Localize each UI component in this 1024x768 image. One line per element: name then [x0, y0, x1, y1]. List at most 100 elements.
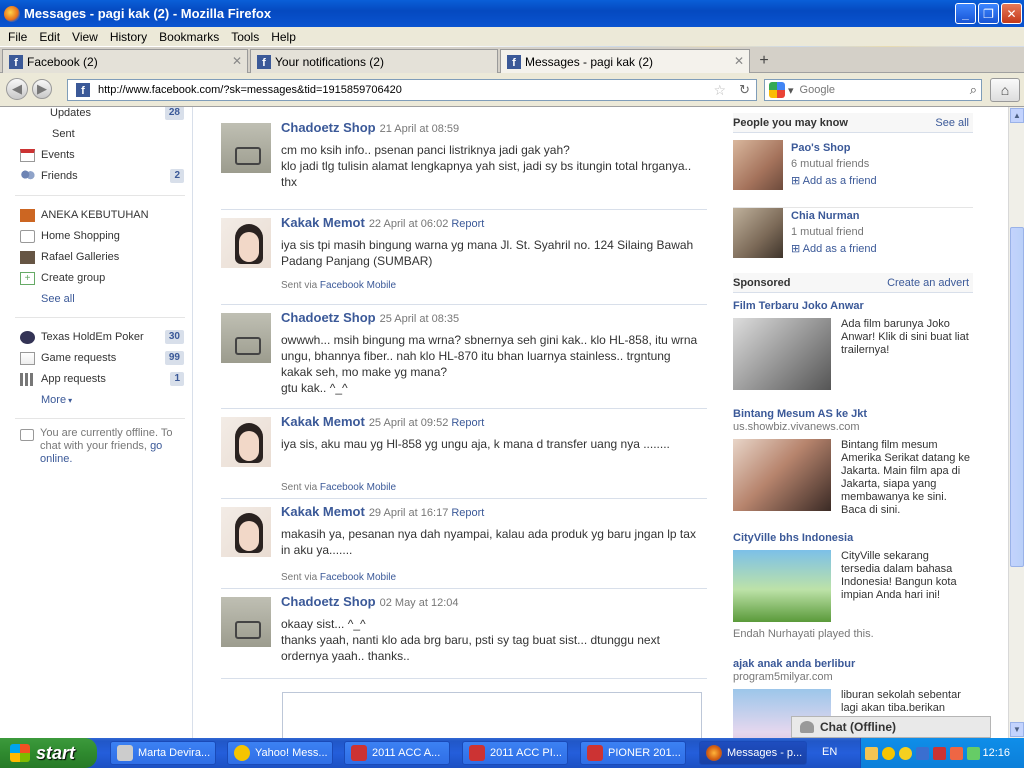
sender-name[interactable]: Chadoetz Shop [281, 594, 376, 609]
page-scrollbar[interactable]: ▲ ▼ [1008, 107, 1024, 738]
via-link[interactable]: Facebook Mobile [320, 482, 396, 493]
person-name[interactable]: Chia Nurman [791, 210, 859, 222]
link-text[interactable]: More [41, 394, 66, 406]
sidebar-item-updates[interactable]: Updates 28 [50, 107, 184, 122]
engine-dropdown-icon[interactable]: ▾ [788, 84, 794, 97]
search-box[interactable]: ▾ Google ⌕ [764, 79, 982, 101]
yahoo-icon[interactable] [882, 746, 895, 760]
menu-tools[interactable]: Tools [225, 30, 265, 44]
clock[interactable]: 12:16 [982, 747, 1010, 759]
ad-image[interactable] [733, 439, 831, 511]
tab-label: Your notifications (2) [275, 54, 384, 69]
ad-text: Ada film barunya Joko Anwar! Klik di sin… [841, 318, 969, 356]
ad-title[interactable]: ajak anak anda berlibur [733, 658, 855, 670]
search-icon[interactable]: ⌕ [970, 82, 977, 98]
report-link[interactable]: Report [451, 507, 484, 519]
scrollbar-thumb[interactable] [1010, 227, 1024, 567]
mutual-friends[interactable]: 6 mutual friends [791, 158, 869, 170]
sidebar-item-game-requests[interactable]: Game requests 99 [20, 349, 184, 367]
sidebar-item-group-home-shopping[interactable]: Home Shopping [20, 227, 184, 245]
smiley-icon[interactable] [899, 746, 912, 760]
sidebar-item-texas-poker[interactable]: Texas HoldEm Poker 30 [20, 328, 184, 346]
sender-name[interactable]: Kakak Memot [281, 414, 365, 429]
sidebar-item-events[interactable]: Events [20, 146, 184, 164]
home-button[interactable]: ⌂ [990, 78, 1020, 102]
link-text[interactable]: See all [41, 293, 75, 305]
sender-name[interactable]: Chadoetz Shop [281, 310, 376, 325]
new-tab-button[interactable]: + [754, 51, 774, 71]
scroll-up-icon[interactable]: ▲ [1010, 108, 1024, 123]
sender-name[interactable]: Chadoetz Shop [281, 120, 376, 135]
tab-messages[interactable]: f Messages - pagi kak (2) ✕ [500, 49, 750, 73]
ad-image[interactable] [733, 550, 831, 622]
chat-bar[interactable]: Chat (Offline) [791, 716, 991, 738]
language-indicator[interactable]: EN [822, 746, 837, 758]
menu-help[interactable]: Help [265, 30, 302, 44]
folder-icon[interactable] [865, 746, 878, 760]
sidebar-item-friends[interactable]: Friends 2 [20, 167, 184, 185]
mutual-friends[interactable]: 1 mutual friend [791, 226, 864, 238]
create-advert-link[interactable]: Create an advert [887, 277, 969, 289]
tab-facebook[interactable]: f Facebook (2) ✕ [2, 49, 248, 73]
see-all-link[interactable]: See all [935, 117, 969, 129]
reload-icon[interactable]: ↻ [739, 82, 750, 98]
via-link[interactable]: Facebook Mobile [320, 572, 396, 583]
back-button[interactable]: ◀ [6, 78, 28, 100]
sidebar-item-group-aneka[interactable]: ANEKA KEBUTUHAN [20, 206, 184, 224]
see-all-groups-link[interactable]: See all [41, 290, 205, 308]
report-link[interactable]: Report [451, 218, 484, 230]
taskbar-item[interactable]: 2011 ACC A... [344, 741, 450, 765]
maximize-button[interactable]: ❐ [978, 3, 999, 24]
taskbar-item[interactable]: 2011 ACC PI... [462, 741, 568, 765]
sidebar-item-app-requests[interactable]: App requests 1 [20, 370, 184, 388]
person-photo[interactable] [733, 208, 783, 258]
avatar[interactable] [221, 507, 271, 557]
close-tab-icon[interactable]: ✕ [232, 54, 242, 68]
reply-textarea[interactable] [282, 692, 702, 738]
avatar[interactable] [221, 123, 271, 173]
via-link[interactable]: Facebook Mobile [320, 280, 396, 291]
url-bar[interactable]: f http://www.facebook.com/?sk=messages&t… [67, 79, 757, 101]
minimize-button[interactable]: _ [955, 3, 976, 24]
avatar[interactable] [221, 313, 271, 363]
more-link[interactable]: More ▾ [41, 391, 205, 409]
forward-button[interactable]: ▶ [32, 79, 52, 99]
close-tab-icon[interactable]: ✕ [734, 54, 744, 68]
network-icon[interactable] [916, 746, 929, 760]
avatar[interactable] [221, 417, 271, 467]
avatar[interactable] [221, 218, 271, 268]
taskbar-item[interactable]: Marta Devira... [110, 741, 216, 765]
volume-icon[interactable] [967, 746, 980, 760]
taskbar-item[interactable]: PIONER 201... [580, 741, 686, 765]
menu-file[interactable]: File [2, 30, 33, 44]
add-friend-link[interactable]: ⊞ Add as a friend [791, 174, 877, 187]
tab-notifications[interactable]: f Your notifications (2) [250, 49, 498, 73]
menu-edit[interactable]: Edit [33, 30, 66, 44]
add-friend-link[interactable]: ⊞ Add as a friend [791, 242, 877, 255]
person-name[interactable]: Pao's Shop [791, 142, 850, 154]
sidebar-item-create-group[interactable]: + Create group [20, 269, 184, 287]
menu-bookmarks[interactable]: Bookmarks [153, 30, 225, 44]
ad-title[interactable]: Film Terbaru Joko Anwar [733, 300, 864, 312]
menu-history[interactable]: History [104, 30, 153, 44]
close-button[interactable]: ✕ [1001, 3, 1022, 24]
taskbar-item[interactable]: Yahoo! Mess... [227, 741, 333, 765]
avatar[interactable] [221, 597, 271, 647]
sender-name[interactable]: Kakak Memot [281, 504, 365, 519]
ad-title[interactable]: Bintang Mesum AS ke Jkt [733, 408, 867, 420]
sidebar-item-sent[interactable]: Sent [52, 125, 216, 143]
bookmark-star-icon[interactable]: ☆ [713, 82, 726, 99]
sender-name[interactable]: Kakak Memot [281, 215, 365, 230]
shield-icon[interactable] [950, 746, 963, 760]
report-link[interactable]: Report [451, 417, 484, 429]
scroll-down-icon[interactable]: ▼ [1010, 722, 1024, 737]
ad-image[interactable] [733, 318, 831, 390]
taskbar-item-active[interactable]: Messages - p... [699, 741, 807, 765]
menu-view[interactable]: View [66, 30, 104, 44]
sidebar-item-group-rafael[interactable]: Rafael Galleries [20, 248, 184, 266]
start-label: start [36, 742, 76, 763]
person-photo[interactable] [733, 140, 783, 190]
ad-title[interactable]: CityVille bhs Indonesia [733, 532, 853, 544]
antivirus-icon[interactable] [933, 746, 946, 760]
start-button[interactable]: start [0, 738, 97, 768]
